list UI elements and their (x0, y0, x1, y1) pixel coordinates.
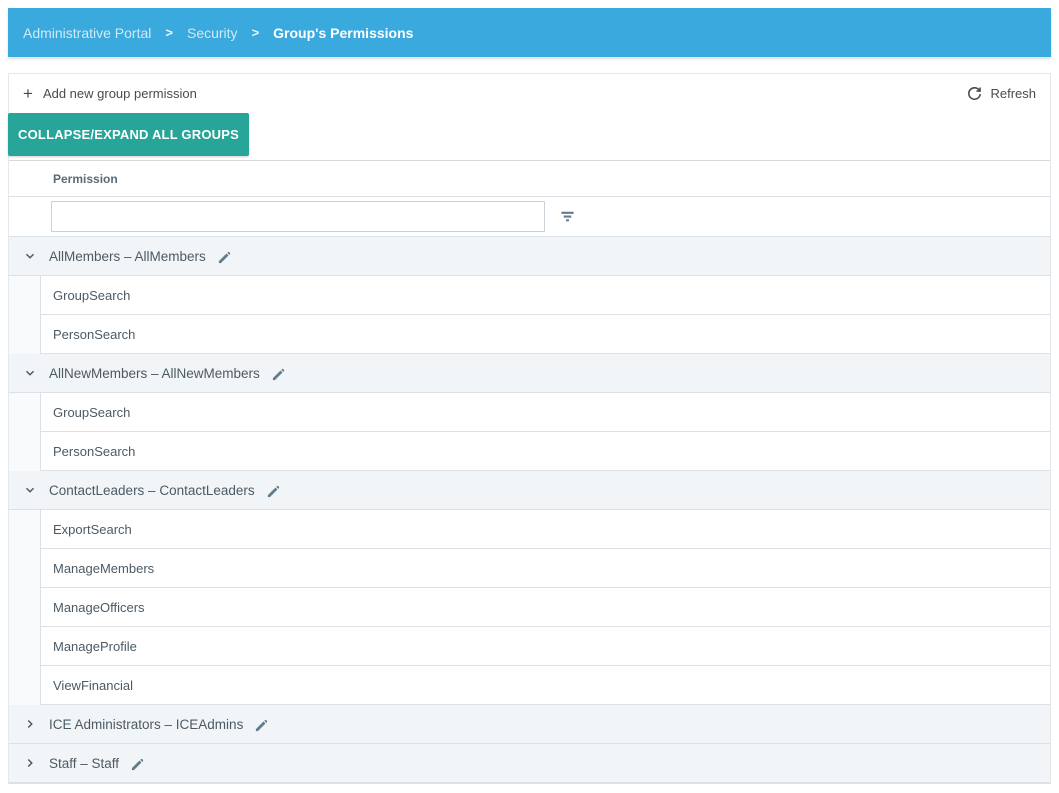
chevron-right-icon[interactable] (22, 756, 38, 770)
breadcrumb-item-security[interactable]: Security (187, 25, 238, 41)
group-header-row[interactable]: ICE Administrators – ICEAdmins (9, 705, 1050, 744)
edit-pencil-icon[interactable] (271, 367, 286, 382)
permission-name: PersonSearch (41, 315, 1050, 354)
plus-icon: + (23, 84, 33, 103)
chevron-separator-icon: > (165, 25, 173, 40)
permission-row[interactable]: ManageOfficers (9, 588, 1050, 627)
group-section: ContactLeaders – ContactLeaders ExportSe… (9, 471, 1050, 705)
permission-name: ExportSearch (41, 510, 1050, 549)
permission-row[interactable]: GroupSearch (9, 276, 1050, 315)
breadcrumb: Administrative Portal > Security > Group… (8, 8, 1051, 57)
table-header-row: Permission (9, 160, 1050, 196)
refresh-button[interactable]: Refresh (967, 86, 1036, 101)
permissions-grid: + Add new group permission Refresh COLLA… (8, 73, 1051, 784)
permission-name: ManageProfile (41, 627, 1050, 666)
edit-pencil-icon[interactable] (130, 757, 145, 772)
add-group-permission-label: Add new group permission (42, 86, 197, 101)
group-section: ICE Administrators – ICEAdmins (9, 705, 1050, 744)
group-label: ContactLeaders – ContactLeaders (49, 482, 255, 498)
group-label: AllMembers – AllMembers (49, 248, 206, 264)
permission-name: GroupSearch (41, 276, 1050, 315)
row-gutter (9, 549, 41, 588)
groups-list: AllMembers – AllMembers GroupSearch Pers… (9, 237, 1050, 783)
group-section: AllMembers – AllMembers GroupSearch Pers… (9, 237, 1050, 354)
grid-toolbar: + Add new group permission Refresh (9, 74, 1050, 113)
filter-row (9, 196, 1050, 237)
page: Administrative Portal > Security > Group… (0, 0, 1059, 784)
row-gutter (9, 315, 41, 354)
permission-row[interactable]: ViewFinancial (9, 666, 1050, 705)
chevron-down-icon[interactable] (22, 483, 38, 497)
chevron-right-icon[interactable] (22, 717, 38, 731)
group-label: Staff – Staff (49, 755, 120, 771)
permission-row[interactable]: GroupSearch (9, 393, 1050, 432)
row-gutter (9, 510, 41, 549)
edit-pencil-icon[interactable] (254, 718, 269, 733)
permission-rows: GroupSearch PersonSearch (9, 393, 1050, 471)
group-section: Staff – Staff (9, 744, 1050, 783)
permission-name: ManageMembers (41, 549, 1050, 588)
row-gutter (9, 393, 41, 432)
permission-row[interactable]: PersonSearch (9, 432, 1050, 471)
permission-name: GroupSearch (41, 393, 1050, 432)
group-label: AllNewMembers – AllNewMembers (49, 365, 260, 381)
breadcrumb-item-groups-permissions: Group's Permissions (273, 24, 414, 41)
breadcrumb-item-admin-portal[interactable]: Administrative Portal (23, 25, 151, 41)
refresh-icon (967, 86, 982, 101)
permission-row[interactable]: ManageMembers (9, 549, 1050, 588)
group-header-row[interactable]: AllMembers – AllMembers (9, 237, 1050, 276)
add-group-permission-button[interactable]: + Add new group permission (23, 85, 197, 102)
permission-row[interactable]: ManageProfile (9, 627, 1050, 666)
permission-rows: GroupSearch PersonSearch (9, 276, 1050, 354)
group-header-row[interactable]: AllNewMembers – AllNewMembers (9, 354, 1050, 393)
edit-pencil-icon[interactable] (266, 484, 281, 499)
permission-row[interactable]: ExportSearch (9, 510, 1050, 549)
row-gutter (9, 666, 41, 705)
refresh-label: Refresh (990, 86, 1036, 101)
permission-rows: ExportSearch ManageMembers ManageOfficer… (9, 510, 1050, 705)
filter-icon[interactable] (560, 210, 575, 224)
permission-name: ViewFinancial (41, 666, 1050, 705)
row-gutter (9, 627, 41, 666)
group-header-row[interactable]: Staff – Staff (9, 744, 1050, 783)
permission-name: PersonSearch (41, 432, 1050, 471)
chevron-down-icon[interactable] (22, 249, 38, 263)
collapse-expand-all-button[interactable]: COLLAPSE/EXPAND ALL GROUPS (8, 113, 249, 156)
edit-pencil-icon[interactable] (217, 250, 232, 265)
group-header-row[interactable]: ContactLeaders – ContactLeaders (9, 471, 1050, 510)
chevron-separator-icon: > (251, 25, 260, 40)
permission-filter-input[interactable] (51, 201, 545, 232)
permission-row[interactable]: PersonSearch (9, 315, 1050, 354)
group-label: ICE Administrators – ICEAdmins (49, 716, 244, 732)
row-gutter (9, 588, 41, 627)
permission-column-header: Permission (53, 171, 118, 186)
permission-name: ManageOfficers (41, 588, 1050, 627)
row-gutter (9, 276, 41, 315)
group-section: AllNewMembers – AllNewMembers GroupSearc… (9, 354, 1050, 471)
chevron-down-icon[interactable] (22, 366, 38, 380)
row-gutter (9, 432, 41, 471)
